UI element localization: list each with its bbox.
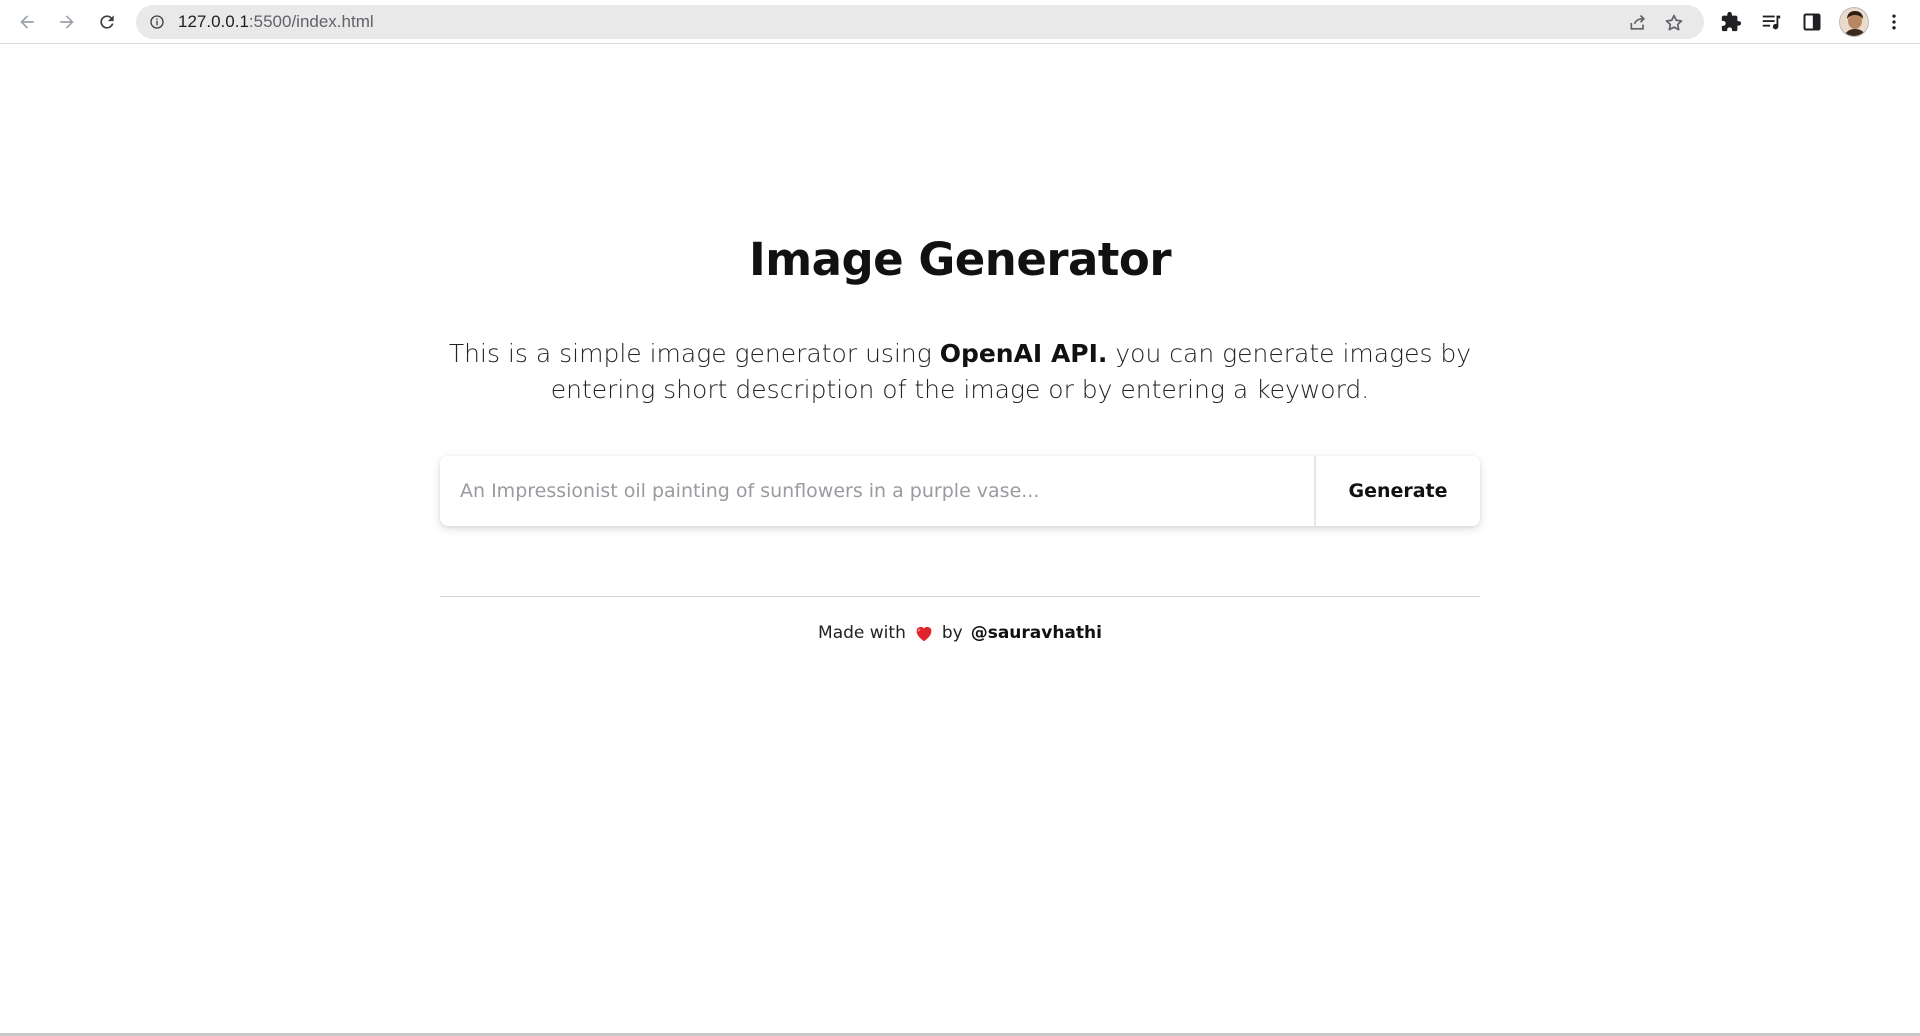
star-icon[interactable] bbox=[1663, 12, 1685, 34]
back-arrow-icon bbox=[20, 15, 34, 29]
footer-by: by bbox=[941, 623, 963, 643]
divider bbox=[440, 596, 1480, 597]
prompt-form: Generate bbox=[440, 456, 1480, 526]
media-queue-icon[interactable] bbox=[1758, 9, 1784, 35]
reload-button[interactable] bbox=[91, 6, 123, 38]
page-title: Image Generator bbox=[748, 233, 1172, 286]
side-panel-icon[interactable] bbox=[1799, 9, 1825, 35]
reload-icon bbox=[100, 15, 114, 29]
browser-toolbar: 127.0.0.1:5500/index.html bbox=[0, 0, 1920, 44]
url-path: :5500/index.html bbox=[248, 12, 374, 31]
url-text[interactable]: 127.0.0.1:5500/index.html bbox=[178, 5, 374, 39]
footer-made-with: Made with bbox=[818, 623, 906, 643]
generate-button[interactable]: Generate bbox=[1314, 456, 1480, 526]
heart-icon bbox=[914, 623, 934, 643]
page-description: This is a simple image generator using O… bbox=[440, 336, 1480, 408]
url-host: 127.0.0.1 bbox=[178, 12, 249, 31]
prompt-input[interactable] bbox=[440, 456, 1314, 526]
description-text-start: This is a simple image generator using bbox=[448, 339, 940, 368]
forward-arrow-icon bbox=[60, 15, 74, 29]
more-menu-icon[interactable] bbox=[1881, 9, 1907, 35]
address-bar[interactable]: 127.0.0.1:5500/index.html bbox=[136, 5, 1704, 39]
forward-button[interactable] bbox=[51, 6, 83, 38]
description-openai-api: OpenAI API. bbox=[939, 339, 1108, 368]
share-icon[interactable] bbox=[1627, 12, 1649, 34]
profile-avatar[interactable] bbox=[1839, 7, 1869, 37]
info-icon[interactable] bbox=[148, 13, 166, 31]
author-link[interactable]: @sauravhathi bbox=[971, 621, 1102, 645]
extensions-puzzle-icon[interactable] bbox=[1718, 9, 1744, 35]
footer: Made with by @sauravhathi bbox=[0, 621, 1920, 645]
back-button[interactable] bbox=[11, 6, 43, 38]
